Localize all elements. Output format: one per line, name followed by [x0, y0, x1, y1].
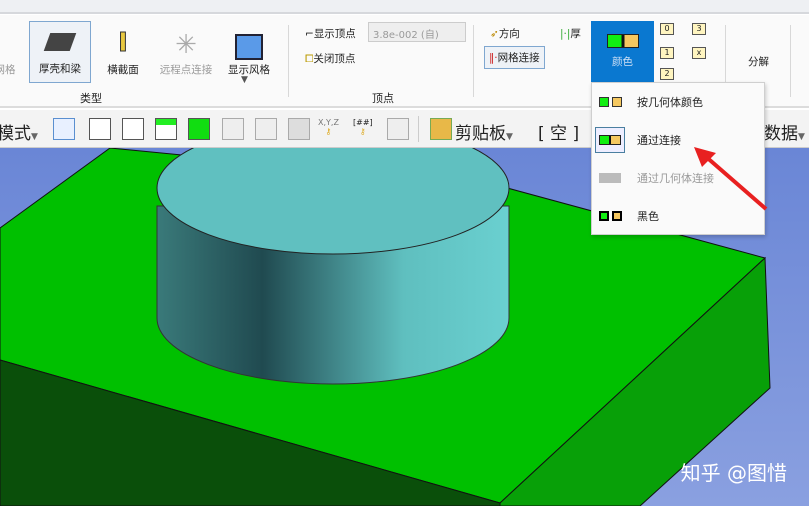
divider [790, 25, 791, 97]
direction-button[interactable]: ➶方向 [490, 26, 520, 41]
thickness-icon: |·| [560, 28, 571, 40]
annotation-icon[interactable] [387, 118, 409, 140]
select-body-icon[interactable] [188, 118, 210, 140]
group-label-vertex: 顶点 [372, 92, 394, 105]
black-swatch-icon [598, 210, 622, 222]
coordinate-icon[interactable]: X,Y,Z ⚷ [318, 118, 339, 136]
select-vertex-icon[interactable] [89, 118, 111, 140]
menu-item-by-geometry-color[interactable]: 按几何体颜色 [592, 83, 764, 121]
cross-section-button[interactable]: I 横截面 [100, 21, 146, 83]
select-face-icon[interactable] [155, 118, 177, 140]
beam-icon [43, 33, 77, 51]
show-vertex-toggle[interactable]: ⌐显示顶点 [305, 26, 356, 41]
connection-icon: ‖· [489, 52, 498, 64]
divider [418, 116, 419, 142]
divider [288, 25, 289, 97]
mode-dropdown[interactable]: 模式▼ [0, 119, 38, 144]
arrow-icon: ➶ [490, 28, 499, 40]
grid-swatch-icon [598, 172, 622, 184]
swatch-icon [598, 96, 622, 108]
label-icon[interactable]: [##] ⚷ [353, 118, 373, 136]
mesh-connection-button[interactable]: ‖·网格连接 [484, 46, 545, 69]
small-button-x[interactable]: x [692, 47, 706, 59]
red-arrow-annotation [694, 147, 768, 211]
mesh-face-icon[interactable] [288, 118, 310, 140]
mesh-node-icon[interactable] [222, 118, 244, 140]
explode-button[interactable]: 分解 [748, 54, 769, 69]
clipboard-dropdown[interactable]: 剪贴板▼ [455, 119, 513, 144]
remote-point-button[interactable]: ✳ 远程点连接 [156, 21, 216, 83]
data-dropdown[interactable]: 数据▼ [764, 119, 805, 144]
chevron-down-icon[interactable]: ▼ [241, 75, 248, 85]
display-style-button[interactable]: 显示风格 [224, 21, 274, 83]
small-button-0[interactable]: 0 [660, 23, 674, 35]
close-vertex-button[interactable]: ⧠关闭顶点 [305, 51, 355, 66]
thickness-button[interactable]: |·|厚 [560, 26, 581, 41]
title-strip [0, 0, 809, 14]
clipboard-icon [430, 118, 452, 140]
group-label-type: 类型 [80, 92, 102, 105]
thick-shell-beam-button[interactable]: 厚壳和梁 [29, 21, 91, 83]
vertex-value-dropdown[interactable]: 3.8e-002 (自) [368, 22, 466, 42]
starburst-icon: ✳ [175, 30, 197, 60]
select-edge-icon[interactable] [122, 118, 144, 140]
small-button-1[interactable]: 1 [660, 47, 674, 59]
cube-icon [235, 34, 263, 60]
empty-selection-label: [ 空 ] [538, 124, 580, 144]
mesh-button[interactable]: 网格 [0, 21, 20, 83]
connection-swatch-icon [595, 127, 625, 153]
i-beam-icon: I [118, 28, 129, 59]
color-button[interactable]: 颜色 [591, 21, 654, 83]
mesh-element-icon[interactable] [255, 118, 277, 140]
divider [473, 25, 474, 97]
small-button-2[interactable]: 2 [660, 68, 674, 80]
select-mode-icon[interactable] [53, 118, 75, 140]
small-button-3[interactable]: 3 [692, 23, 706, 35]
watermark: 知乎 @图惜 [680, 461, 787, 485]
color-swatch-icon [606, 34, 639, 48]
